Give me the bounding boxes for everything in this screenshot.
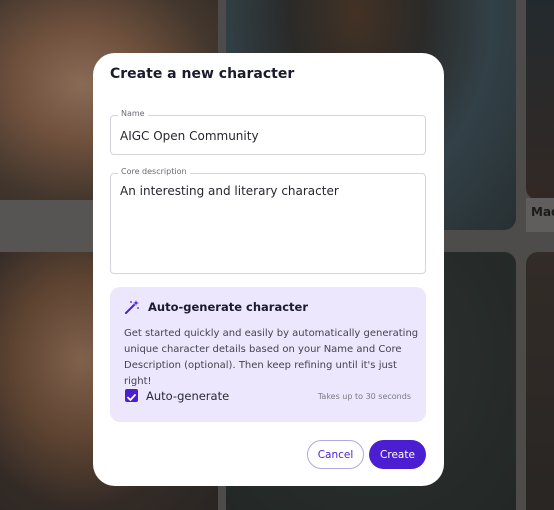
core-description-label: Core description <box>118 167 190 176</box>
cancel-button[interactable]: Cancel <box>307 440 364 469</box>
core-description-input[interactable]: An interesting and literary character <box>120 184 410 264</box>
magic-wand-icon <box>125 300 139 314</box>
auto-generate-checkbox[interactable] <box>125 389 138 402</box>
create-button[interactable]: Create <box>369 440 426 469</box>
auto-generate-description: Get started quickly and easily by automa… <box>124 328 419 387</box>
auto-generate-title: Auto-generate character <box>148 300 308 314</box>
dialog-title: Create a new character <box>110 66 295 82</box>
checkmark-icon <box>127 394 136 401</box>
auto-generate-checkbox-label[interactable]: Auto-generate <box>146 389 229 403</box>
core-description-field[interactable]: Core description An interesting and lite… <box>110 167 426 274</box>
create-character-dialog: Create a new character Name Core descrip… <box>93 53 444 486</box>
name-input[interactable] <box>120 129 410 143</box>
name-field[interactable]: Name <box>110 109 426 155</box>
auto-generate-panel: Auto-generate character Get started quic… <box>110 287 426 422</box>
name-field-label: Name <box>118 109 148 118</box>
auto-generate-time-hint: Takes up to 30 seconds <box>317 392 411 401</box>
